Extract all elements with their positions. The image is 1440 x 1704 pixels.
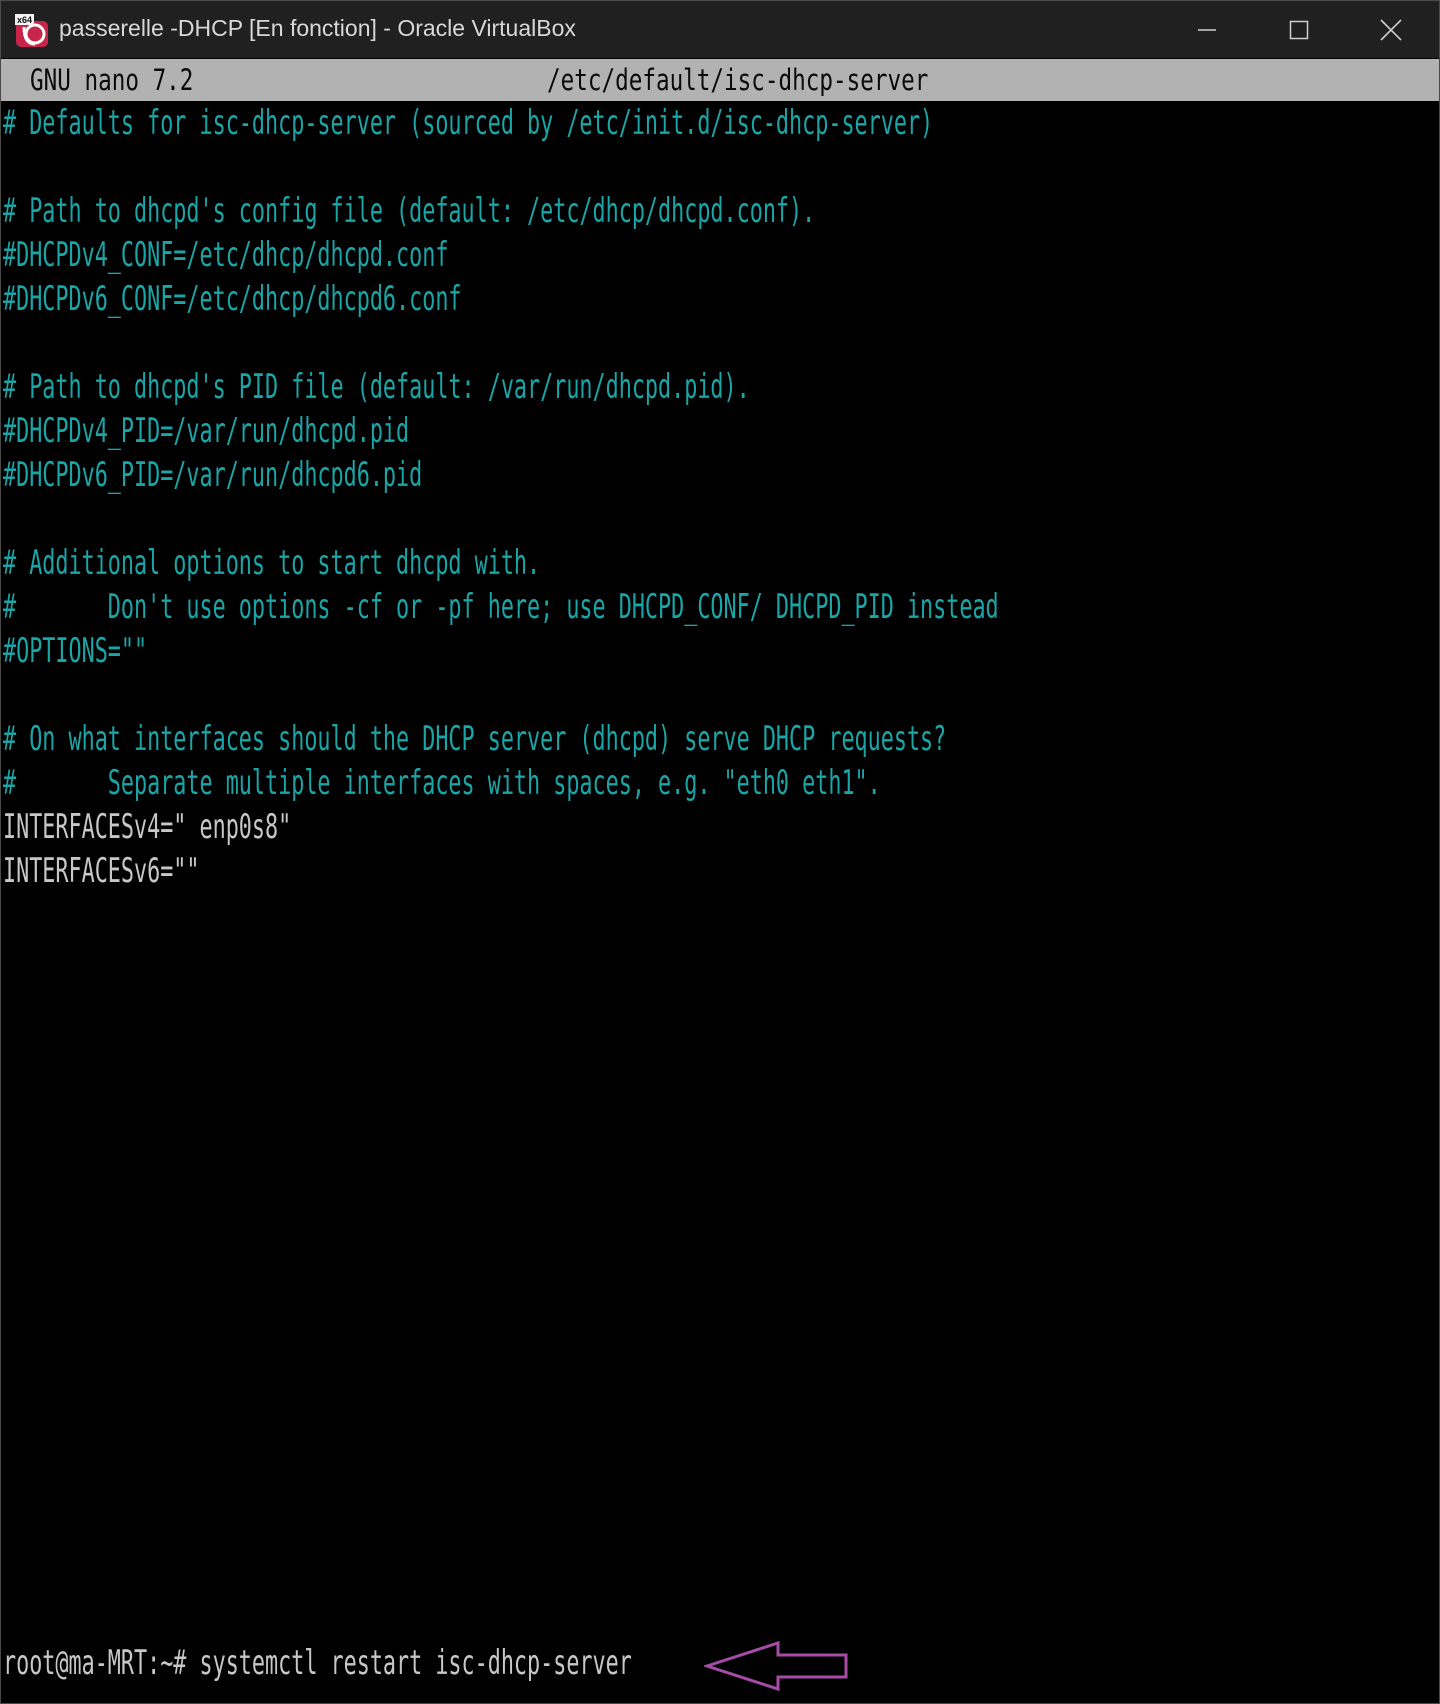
file-line: # Don't use options -cf or -pf here; use…	[3, 587, 999, 627]
file-line: # Path to dhcpd's PID file (default: /va…	[3, 367, 750, 407]
file-line: # Additional options to start dhcpd with…	[3, 543, 541, 583]
arrow-left-icon	[704, 1640, 848, 1692]
nano-version-label: GNU nano 7.2	[30, 63, 194, 97]
file-line: #DHCPDv6_CONF=/etc/dhcp/dhcpd6.conf	[3, 279, 462, 319]
window-title: passerelle -DHCP [En fonction] - Oracle …	[59, 15, 576, 41]
editor-buffer[interactable]: # Defaults for isc-dhcp-server (sourced …	[0, 101, 1440, 1571]
maximize-button[interactable]	[1253, 1, 1345, 59]
file-line: #DHCPDv4_PID=/var/run/dhcpd.pid	[3, 411, 410, 451]
maximize-icon	[1289, 20, 1309, 40]
close-button[interactable]	[1345, 1, 1437, 59]
file-line: #DHCPDv6_PID=/var/run/dhcpd6.pid	[3, 455, 423, 495]
nano-filename-label: /etc/default/isc-dhcp-server	[547, 63, 929, 97]
shell-prompt[interactable]: root@ma-MRT:~# systemctl restart isc-dhc…	[3, 1641, 632, 1685]
file-line: #DHCPDv4_CONF=/etc/dhcp/dhcpd.conf	[3, 235, 449, 275]
icon-badge-text: x64	[17, 15, 32, 25]
minimize-icon	[1198, 29, 1216, 31]
file-line: INTERFACESv6=""	[3, 851, 200, 891]
window-titlebar[interactable]: x64 passerelle -DHCP [En fonction] - Ora…	[0, 0, 1440, 58]
minimize-button[interactable]	[1161, 1, 1253, 59]
file-line: INTERFACESv4=" enp0s8"	[3, 807, 292, 847]
virtualbox-icon: x64	[15, 14, 48, 47]
file-line: # On what interfaces should the DHCP ser…	[3, 719, 947, 759]
file-line: #OPTIONS=""	[3, 631, 148, 671]
nano-header-bar: GNU nano 7.2 /etc/default/isc-dhcp-serve…	[0, 59, 1440, 101]
close-icon	[1380, 19, 1402, 41]
file-line: # Defaults for isc-dhcp-server (sourced …	[3, 103, 934, 143]
file-line: # Path to dhcpd's config file (default: …	[3, 191, 816, 231]
file-line: # Separate multiple interfaces with spac…	[3, 763, 881, 803]
